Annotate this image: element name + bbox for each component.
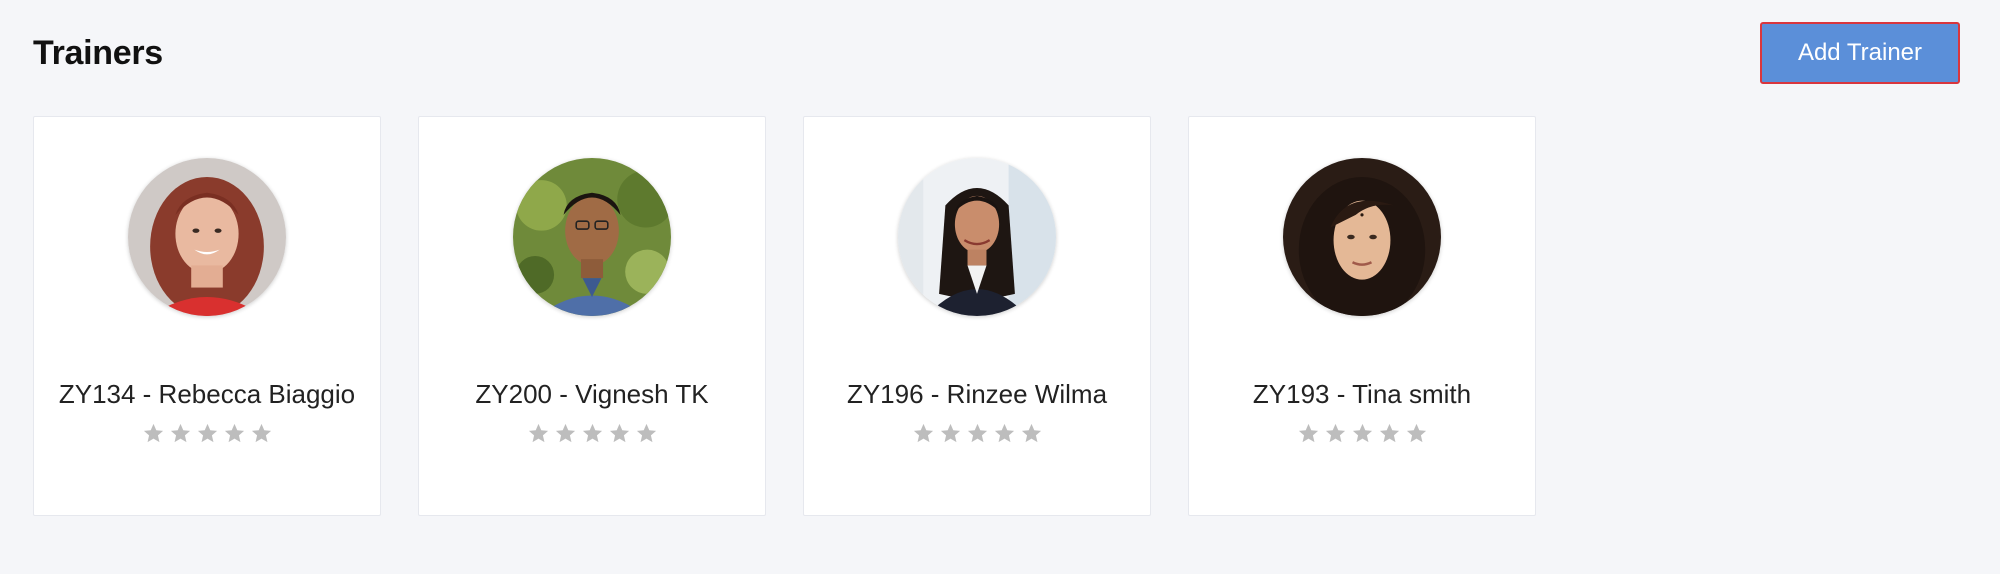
star-icon[interactable] xyxy=(1405,422,1428,445)
trainer-card[interactable]: ZY200 - Vignesh TK xyxy=(418,116,766,516)
star-icon[interactable] xyxy=(635,422,658,445)
star-icon[interactable] xyxy=(966,422,989,445)
rating-stars xyxy=(34,422,380,445)
avatar xyxy=(513,158,671,316)
star-icon[interactable] xyxy=(1297,422,1320,445)
avatar-photo-rebecca xyxy=(128,158,286,316)
add-trainer-button[interactable]: Add Trainer xyxy=(1760,22,1960,84)
star-icon[interactable] xyxy=(608,422,631,445)
trainer-card[interactable]: ZY193 - Tina smith xyxy=(1188,116,1536,516)
star-icon[interactable] xyxy=(1020,422,1043,445)
trainer-name: ZY196 - Rinzee Wilma xyxy=(846,379,1108,409)
rating-stars xyxy=(804,422,1150,445)
trainer-name: ZY193 - Tina smith xyxy=(1252,379,1472,409)
star-icon[interactable] xyxy=(1378,422,1401,445)
avatar-photo-rinzee xyxy=(898,158,1056,316)
trainer-card[interactable]: ZY196 - Rinzee Wilma xyxy=(803,116,1151,516)
star-icon[interactable] xyxy=(939,422,962,445)
star-icon[interactable] xyxy=(250,422,273,445)
avatar-photo-vignesh xyxy=(513,158,671,316)
star-icon[interactable] xyxy=(169,422,192,445)
star-icon[interactable] xyxy=(554,422,577,445)
trainer-name: ZY134 - Rebecca Biaggio xyxy=(58,379,356,409)
star-icon[interactable] xyxy=(1324,422,1347,445)
star-icon[interactable] xyxy=(581,422,604,445)
rating-stars xyxy=(419,422,765,445)
star-icon[interactable] xyxy=(196,422,219,445)
avatar xyxy=(1283,158,1441,316)
trainer-card-list: ZY134 - Rebecca Biaggio ZY200 - Vignesh … xyxy=(33,116,1536,516)
page-header: Trainers Add Trainer xyxy=(33,22,1960,90)
star-icon[interactable] xyxy=(912,422,935,445)
star-icon[interactable] xyxy=(142,422,165,445)
avatar xyxy=(128,158,286,316)
avatar-photo-tina xyxy=(1283,158,1441,316)
trainer-name: ZY200 - Vignesh TK xyxy=(475,379,709,409)
star-icon[interactable] xyxy=(527,422,550,445)
star-icon[interactable] xyxy=(223,422,246,445)
rating-stars xyxy=(1189,422,1535,445)
page-title: Trainers xyxy=(33,34,163,72)
star-icon[interactable] xyxy=(1351,422,1374,445)
avatar xyxy=(898,158,1056,316)
trainer-card[interactable]: ZY134 - Rebecca Biaggio xyxy=(33,116,381,516)
star-icon[interactable] xyxy=(993,422,1016,445)
